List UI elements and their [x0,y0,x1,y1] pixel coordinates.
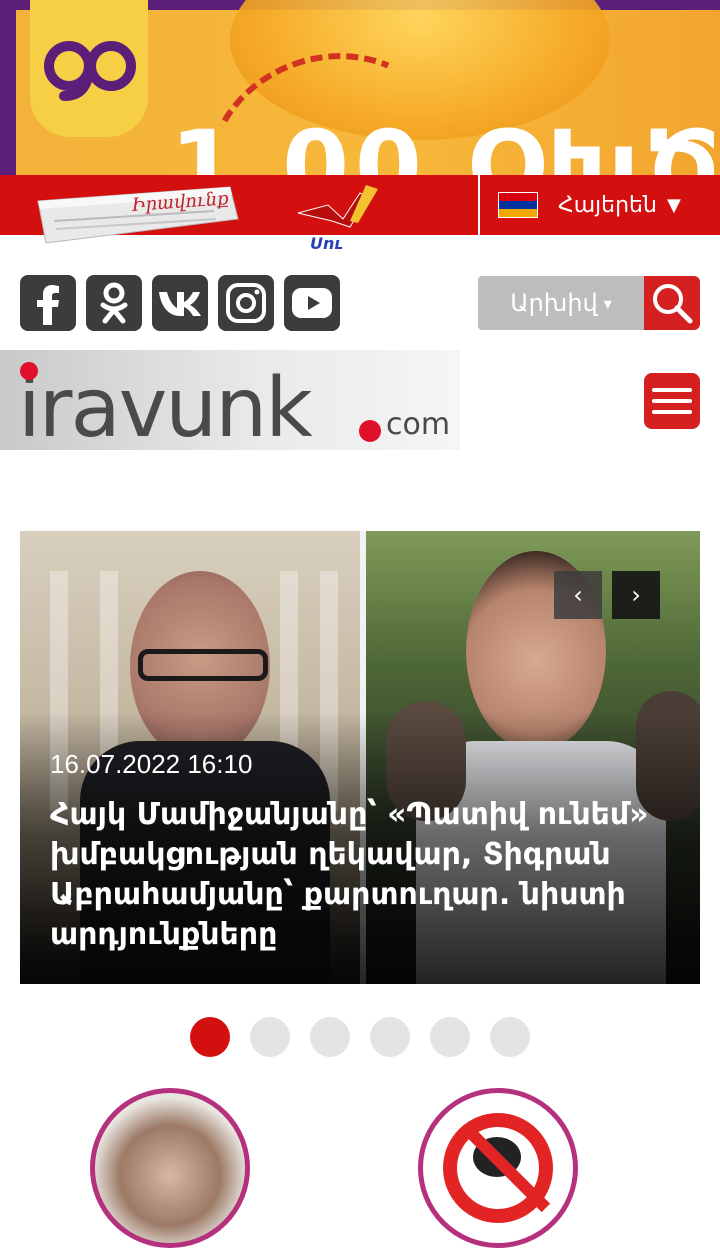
logo-dot-icon [20,362,38,380]
slider-dot[interactable] [190,1017,230,1057]
language-label: Հայերեն [558,192,657,218]
svg-text:Սու: Սու [310,234,343,253]
chevron-down-icon: ▾ [603,293,612,313]
vk-icon[interactable] [152,275,208,331]
ad-headline: 1 00 ՕԽԾ [170,110,720,175]
slider-dot[interactable] [430,1017,470,1057]
menu-button[interactable] [644,373,700,429]
hamburger-icon [652,388,692,392]
ad-border-left [0,0,16,175]
chevron-down-icon: ▼ [666,194,681,216]
youtube-icon[interactable] [284,275,340,331]
slider-prev-button[interactable]: ‹ [554,571,602,619]
slider-pagination [190,1017,530,1057]
ad-banner[interactable]: 1 00 ՕԽԾ [0,0,720,175]
logo-dot-icon [359,420,381,442]
featured-slide[interactable]: 16.07.2022 16:10 Հայկ Մամիջանյանը՝ «Պատի… [20,531,700,984]
category-avatar[interactable] [418,1088,578,1248]
author-avatar[interactable] [90,1088,250,1248]
sru-logo-icon[interactable]: Սու [288,183,388,253]
glasses-graphic [138,649,268,681]
brand-bar: Իրավունք Սու Հայերեն ▼ [0,175,720,253]
slider-dot[interactable] [490,1017,530,1057]
facebook-icon[interactable] [20,275,76,331]
instagram-icon[interactable] [218,275,274,331]
site-logo[interactable]: iravunk [18,368,313,450]
search-icon [653,284,693,324]
ad-logo [30,0,148,137]
archive-label: Արխիվ [510,289,598,317]
slider-dot[interactable] [310,1017,350,1057]
armenian-flag-icon [498,192,538,218]
prohibited-icon [443,1113,553,1223]
odnoklassniki-icon[interactable] [86,275,142,331]
slide-title[interactable]: Հայկ Մամիջանյանը՝ «Պատիվ ունեմ» խմբակցու… [50,795,670,955]
bar-divider [478,175,480,235]
slide-date: 16.07.2022 16:10 [50,749,253,779]
language-select[interactable]: Հայերեն ▼ [498,187,681,223]
site-logo-domain: com [386,407,451,442]
newspaper-logo-icon[interactable]: Իրավունք [34,181,244,245]
slider-dot[interactable] [370,1017,410,1057]
ad-go-logo-icon [44,40,136,101]
archive-dropdown[interactable]: Արխիվ ▾ [478,276,644,330]
social-links [20,275,340,331]
slider-next-button[interactable]: › [612,571,660,619]
slider-dot[interactable] [250,1017,290,1057]
search-button[interactable] [644,276,700,330]
